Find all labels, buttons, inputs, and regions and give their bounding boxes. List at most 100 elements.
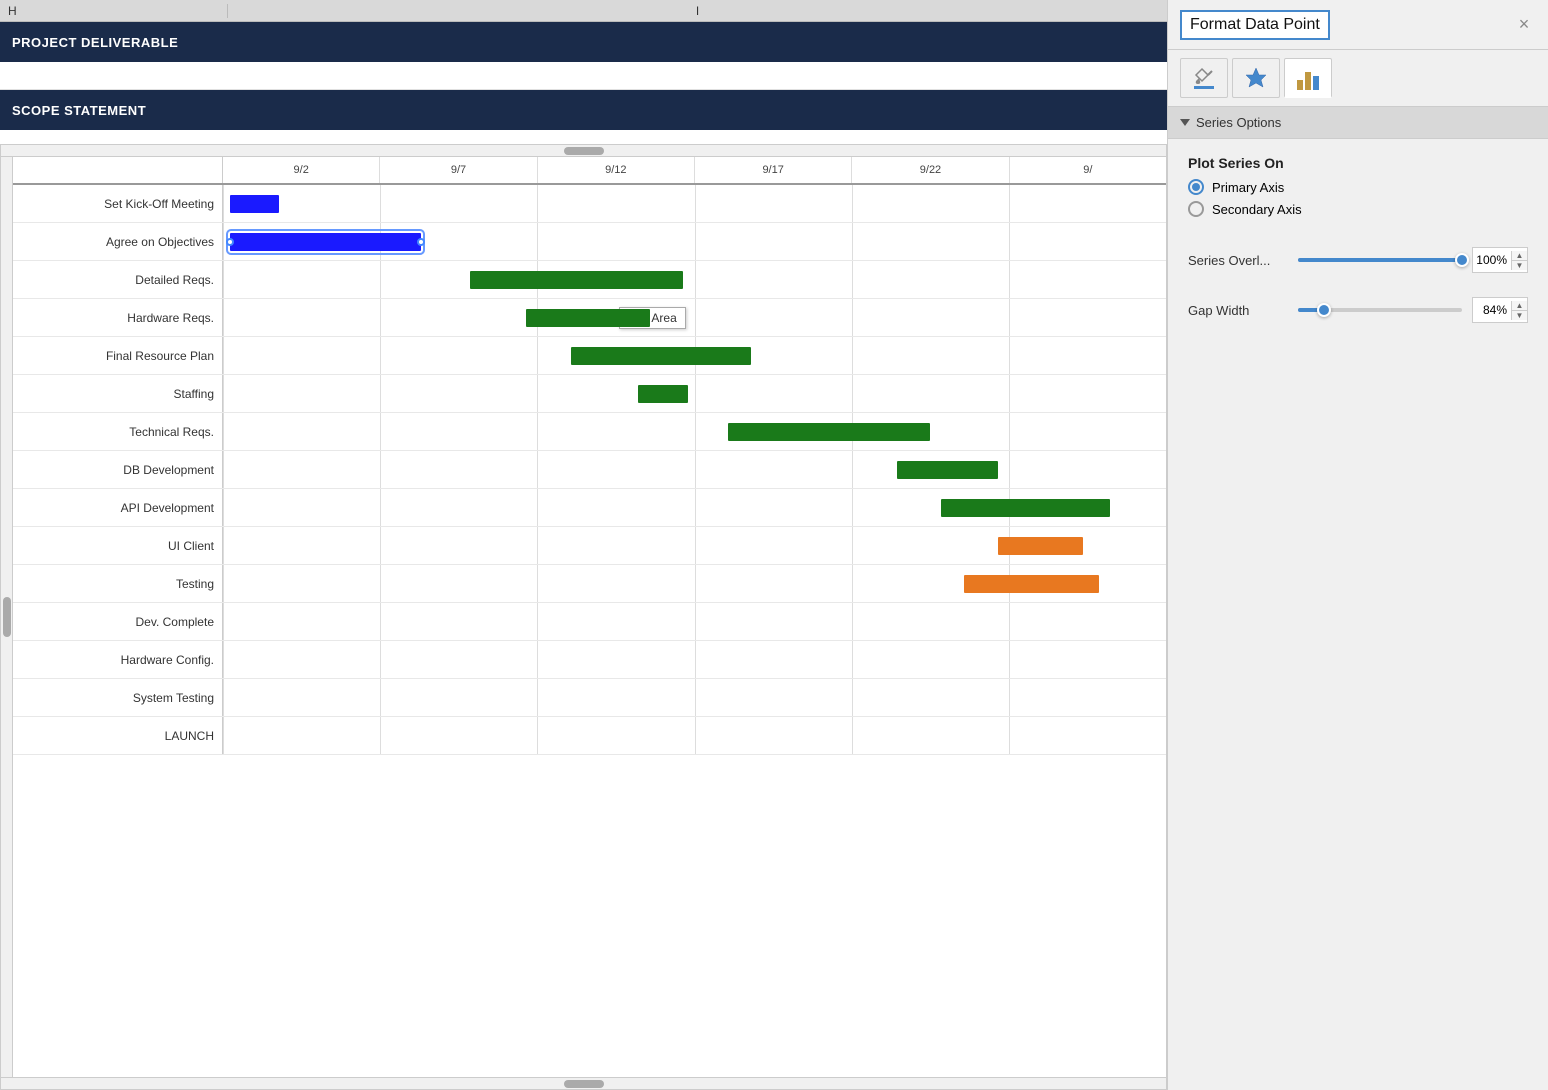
gantt-row[interactable]: Set Kick-Off Meeting: [13, 185, 1166, 223]
gantt-row[interactable]: Agree on Objectives: [13, 223, 1166, 261]
panel-header: Format Data Point ×: [1168, 0, 1548, 50]
bar-cell[interactable]: [223, 185, 1166, 222]
plot-series-label: Plot Series On: [1188, 155, 1528, 171]
gap-width-increment[interactable]: ▲: [1512, 301, 1527, 311]
bar-cell[interactable]: [223, 679, 1166, 716]
bar-handle-right[interactable]: [417, 238, 425, 246]
grid-line: [852, 679, 853, 716]
bottom-scroll-handle[interactable]: [1, 1077, 1166, 1089]
gantt-row[interactable]: Dev. Complete: [13, 603, 1166, 641]
gantt-row[interactable]: API Development: [13, 489, 1166, 527]
grid-line: [537, 527, 538, 564]
top-scroll-thumb[interactable]: [564, 147, 604, 155]
task-label: Technical Reqs.: [13, 413, 223, 450]
bottom-scroll-thumb[interactable]: [564, 1080, 604, 1088]
bar-cell[interactable]: Plot Area: [223, 299, 1166, 336]
gantt-row[interactable]: Hardware Config.: [13, 641, 1166, 679]
gantt-row[interactable]: Final Resource Plan: [13, 337, 1166, 375]
bar-cell[interactable]: [223, 261, 1166, 298]
gantt-bar-green[interactable]: [526, 309, 649, 327]
grid-line: [1009, 451, 1010, 488]
bar-handle-left[interactable]: [226, 238, 234, 246]
gantt-bar-green[interactable]: [941, 499, 1109, 517]
gantt-row[interactable]: Technical Reqs.: [13, 413, 1166, 451]
gap-width-track[interactable]: [1298, 308, 1462, 312]
task-label: System Testing: [13, 679, 223, 716]
bar-cell[interactable]: [223, 451, 1166, 488]
secondary-axis-radio[interactable]: [1188, 201, 1204, 217]
gantt-row[interactable]: LAUNCH: [13, 717, 1166, 755]
grid-line: [380, 299, 381, 336]
series-overlap-track[interactable]: [1298, 258, 1462, 262]
top-scroll-handle[interactable]: [1, 145, 1166, 157]
task-label: Staffing: [13, 375, 223, 412]
series-overlap-value: 100%: [1473, 253, 1511, 267]
bar-cell[interactable]: [223, 603, 1166, 640]
date-axis: 9/29/79/129/179/229/: [13, 157, 1166, 185]
task-label: Agree on Objectives: [13, 223, 223, 260]
bar-cell[interactable]: [223, 717, 1166, 754]
close-button[interactable]: ×: [1512, 13, 1536, 37]
task-label: Set Kick-Off Meeting: [13, 185, 223, 222]
grid-line: [695, 375, 696, 412]
series-overlap-increment[interactable]: ▲: [1512, 251, 1527, 261]
gantt-bar-blue[interactable]: [230, 195, 279, 213]
section-title: Series Options: [1196, 115, 1281, 130]
bar-cell[interactable]: [223, 413, 1166, 450]
bar-cell[interactable]: [223, 565, 1166, 602]
grid-line: [380, 261, 381, 298]
bar-cell[interactable]: [223, 337, 1166, 374]
bar-cell[interactable]: [223, 527, 1166, 564]
gantt-row[interactable]: System Testing: [13, 679, 1166, 717]
gantt-row[interactable]: Detailed Reqs.: [13, 261, 1166, 299]
bar-cell[interactable]: [223, 489, 1166, 526]
gantt-chart[interactable]: 9/29/79/129/179/229/ Set Kick-Off Meetin…: [0, 144, 1167, 1090]
tab-effects[interactable]: [1232, 58, 1280, 98]
gap-width-group: Gap Width 84% ▲ ▼: [1188, 293, 1528, 323]
left-scroll-handle[interactable]: [1, 157, 13, 1077]
task-label: Hardware Config.: [13, 641, 223, 678]
gap-width-decrement[interactable]: ▼: [1512, 311, 1527, 320]
grid-line: [223, 451, 224, 488]
gantt-bar-green[interactable]: [638, 385, 687, 403]
left-scroll-thumb[interactable]: [3, 597, 11, 637]
gap-width-thumb[interactable]: [1317, 303, 1331, 317]
scope-statement-header: SCOPE STATEMENT: [0, 90, 1167, 130]
grid-line: [1009, 185, 1010, 222]
bar-cell[interactable]: [223, 375, 1166, 412]
secondary-axis-option[interactable]: Secondary Axis: [1188, 201, 1528, 217]
project-deliverable-header: PROJECT DELIVERABLE: [0, 22, 1167, 62]
gantt-bar-orange[interactable]: [964, 575, 1099, 593]
gantt-row[interactable]: DB Development: [13, 451, 1166, 489]
gantt-bar-green[interactable]: [897, 461, 998, 479]
gantt-bar-blue[interactable]: [230, 233, 421, 251]
col-header-i: I: [228, 4, 1167, 18]
gantt-row[interactable]: UI Client: [13, 527, 1166, 565]
grid-line: [695, 223, 696, 260]
gantt-bar-orange[interactable]: [998, 537, 1083, 555]
collapse-icon[interactable]: [1180, 119, 1190, 126]
primary-axis-option[interactable]: Primary Axis: [1188, 179, 1528, 195]
gantt-row[interactable]: Testing: [13, 565, 1166, 603]
series-overlap-decrement[interactable]: ▼: [1512, 261, 1527, 270]
gantt-bar-green[interactable]: [470, 271, 683, 289]
primary-axis-radio[interactable]: [1188, 179, 1204, 195]
date-tick: 9/22: [852, 157, 1009, 183]
grid-line: [1009, 261, 1010, 298]
task-label: LAUNCH: [13, 717, 223, 754]
tab-fill[interactable]: [1180, 58, 1228, 98]
gantt-bar-green[interactable]: [571, 347, 751, 365]
gantt-row[interactable]: Hardware Reqs.Plot Area: [13, 299, 1166, 337]
series-overlap-thumb[interactable]: [1455, 253, 1469, 267]
grid-line: [537, 223, 538, 260]
bar-cell[interactable]: [223, 641, 1166, 678]
grid-line: [223, 679, 224, 716]
bar-cell[interactable]: [223, 223, 1166, 260]
grid-line: [537, 641, 538, 678]
tab-series-options[interactable]: [1284, 58, 1332, 98]
gantt-row[interactable]: Staffing: [13, 375, 1166, 413]
chart-area: H I PROJECT DELIVERABLE SCOPE STATEMENT: [0, 0, 1168, 1090]
gantt-bar-green[interactable]: [728, 423, 930, 441]
grid-line: [695, 261, 696, 298]
grid-line: [1009, 413, 1010, 450]
